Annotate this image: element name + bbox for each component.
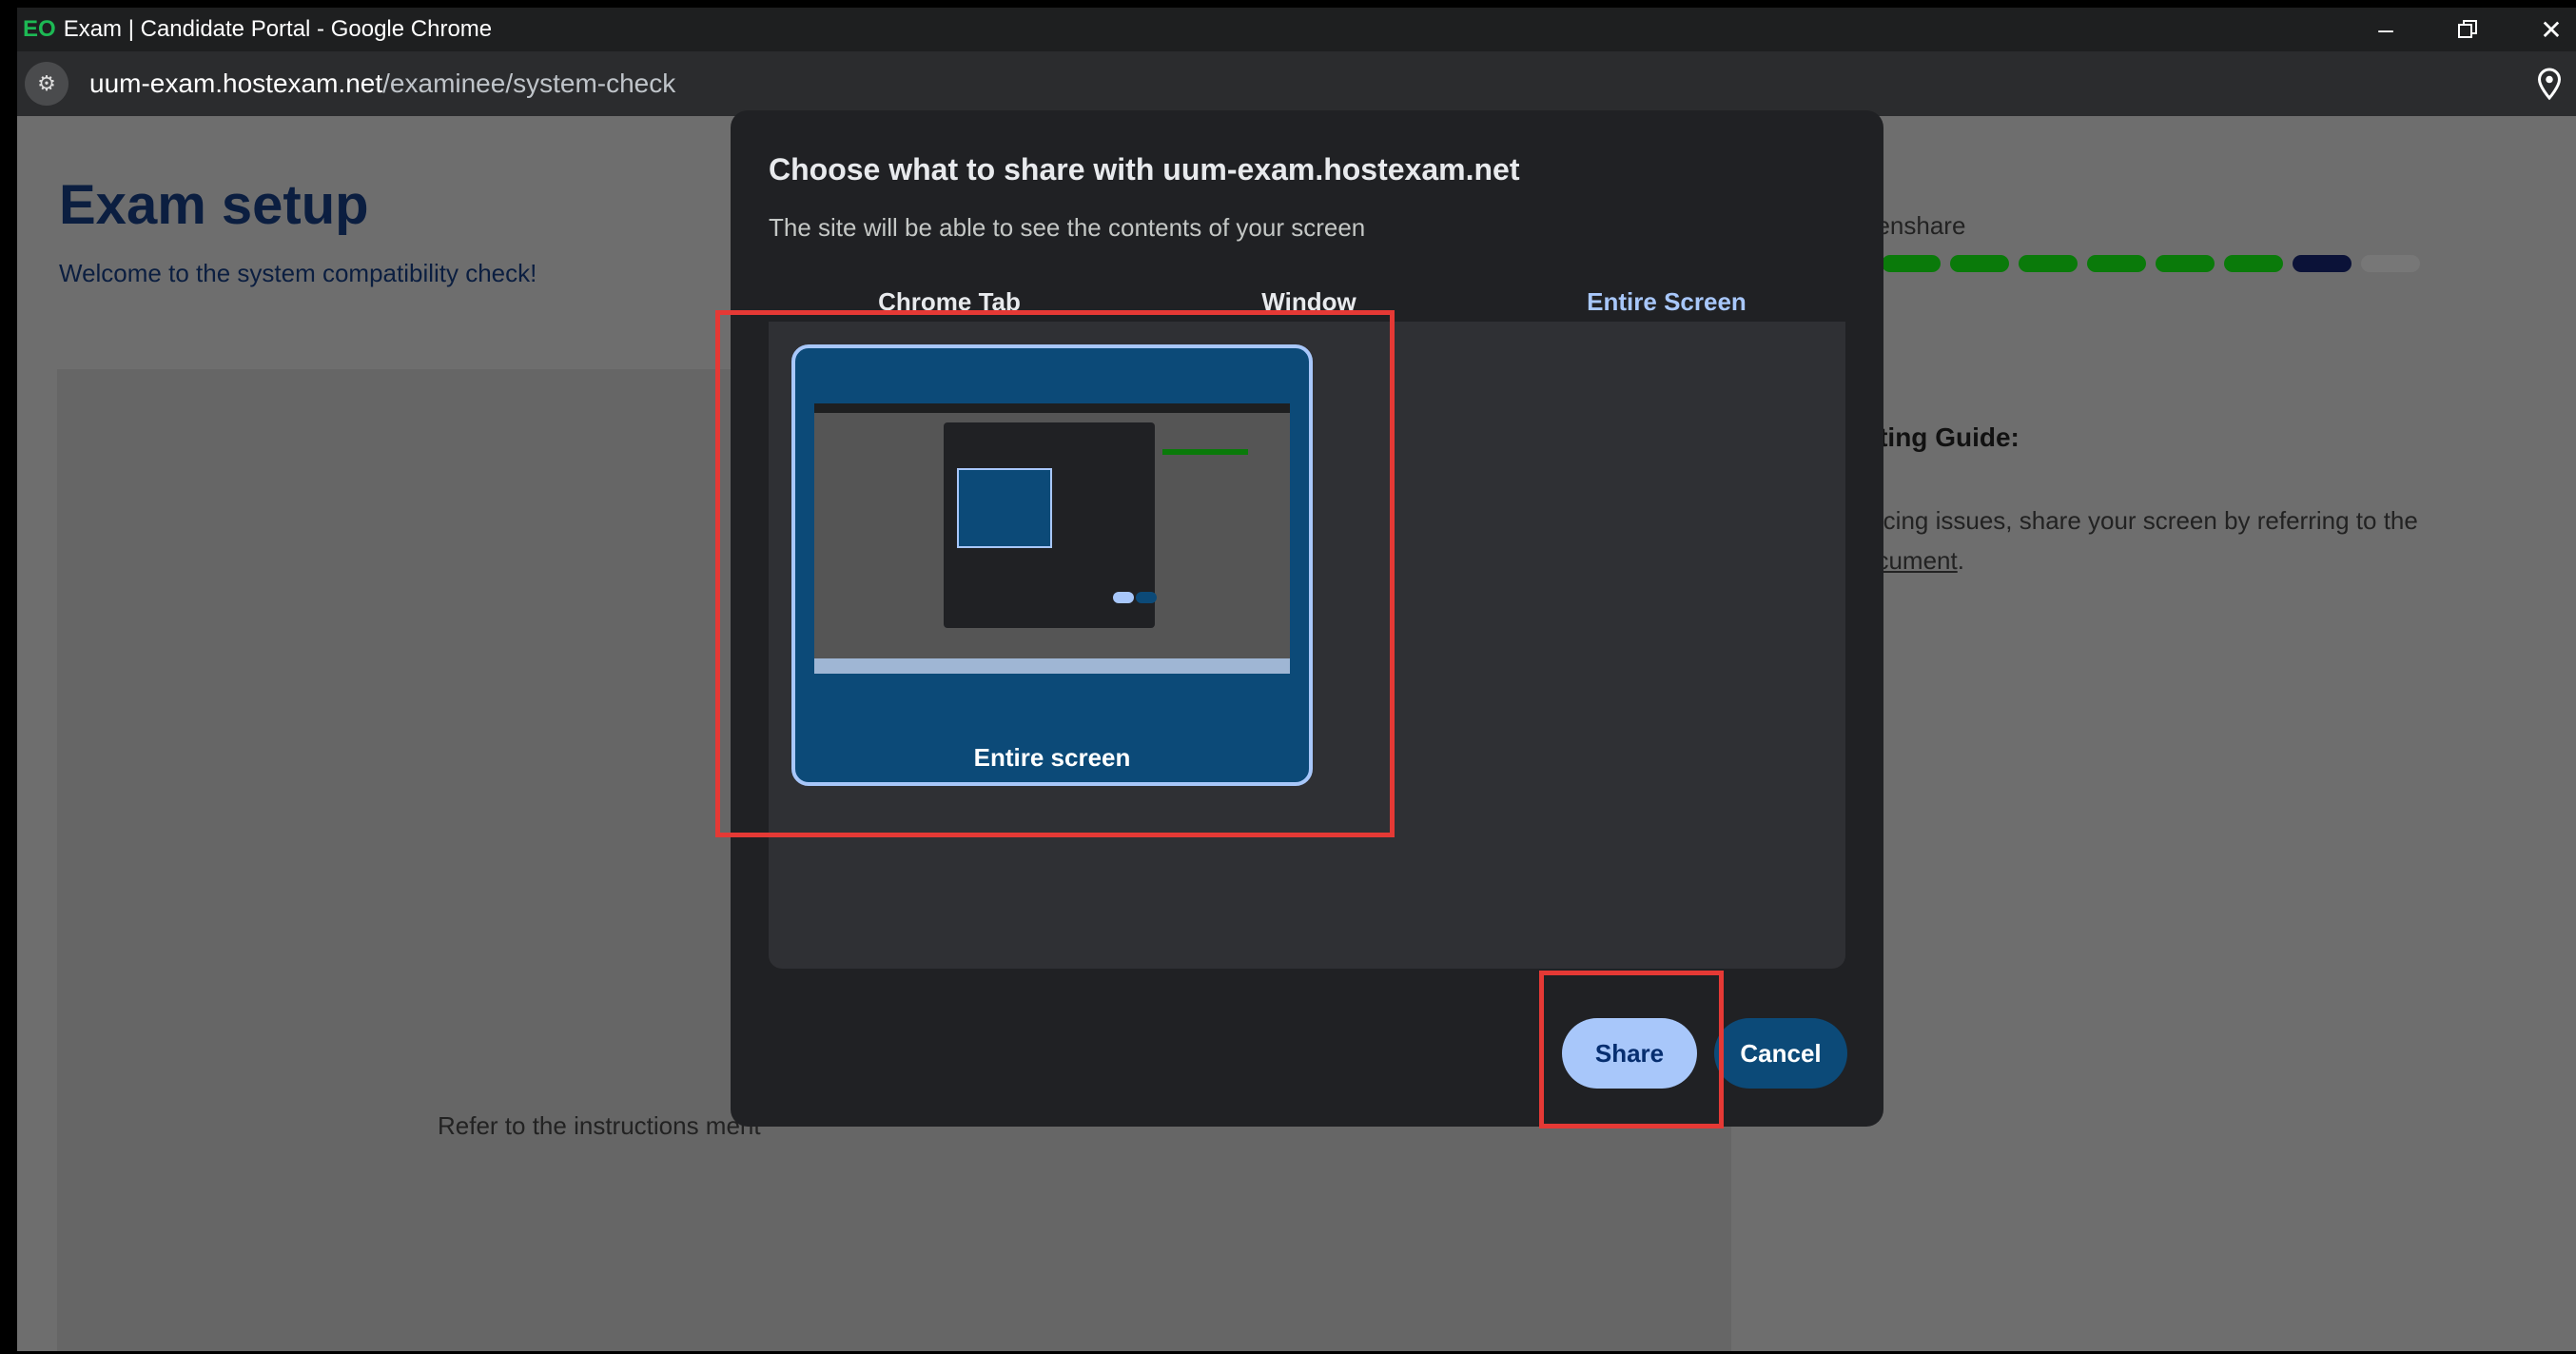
welcome-text: Welcome to the system compatibility chec… xyxy=(59,259,537,287)
address-bar[interactable]: ⚙ uum-exam.hostexam.net/examinee/system-… xyxy=(17,51,2576,116)
progress-step-done xyxy=(1882,255,1941,272)
share-dialog: Choose what to share with uum-exam.hoste… xyxy=(731,110,1883,1127)
window-title: Exam | Candidate Portal - Google Chrome xyxy=(63,16,493,42)
entire-screen-option[interactable]: Entire screen xyxy=(791,344,1313,786)
progress-step-remaining xyxy=(2361,255,2420,272)
dialog-subtitle: The site will be able to see the content… xyxy=(769,213,1366,242)
instructions-text: Refer to the instructions ment xyxy=(438,1111,761,1140)
share-options-area: Entire screen xyxy=(769,322,1845,969)
progress-step-done xyxy=(2019,255,2078,272)
dialog-title: Choose what to share with uum-exam.hoste… xyxy=(769,152,1520,186)
minimize-icon[interactable]: – xyxy=(2357,8,2414,51)
entire-screen-label: Entire screen xyxy=(973,743,1131,772)
share-button[interactable]: Share xyxy=(1562,1018,1697,1089)
site-settings-icon[interactable]: ⚙ xyxy=(25,62,68,106)
progress-step-done xyxy=(2156,255,2215,272)
progress-step-done xyxy=(2087,255,2146,272)
cancel-button[interactable]: Cancel xyxy=(1714,1018,1847,1089)
browser-title-bar: EO Exam | Candidate Portal - Google Chro… xyxy=(17,8,2576,51)
location-icon[interactable] xyxy=(2532,67,2566,101)
page-title: Exam setup xyxy=(59,174,369,236)
progress-step-current xyxy=(2293,255,2352,272)
close-icon[interactable]: ✕ xyxy=(2523,8,2576,51)
screen-preview-image xyxy=(814,403,1290,674)
url-text[interactable]: uum-exam.hostexam.net/examinee/system-ch… xyxy=(89,69,675,99)
restore-icon[interactable] xyxy=(2439,8,2496,51)
guide-title: oting Guide: xyxy=(1863,422,2020,452)
progress-step-done xyxy=(2224,255,2283,272)
progress-step-done xyxy=(1950,255,2009,272)
app-logo: EO xyxy=(23,16,56,42)
progress-bar xyxy=(1882,255,2420,272)
guide-text: facing issues, share your screen by refe… xyxy=(1863,506,2418,575)
